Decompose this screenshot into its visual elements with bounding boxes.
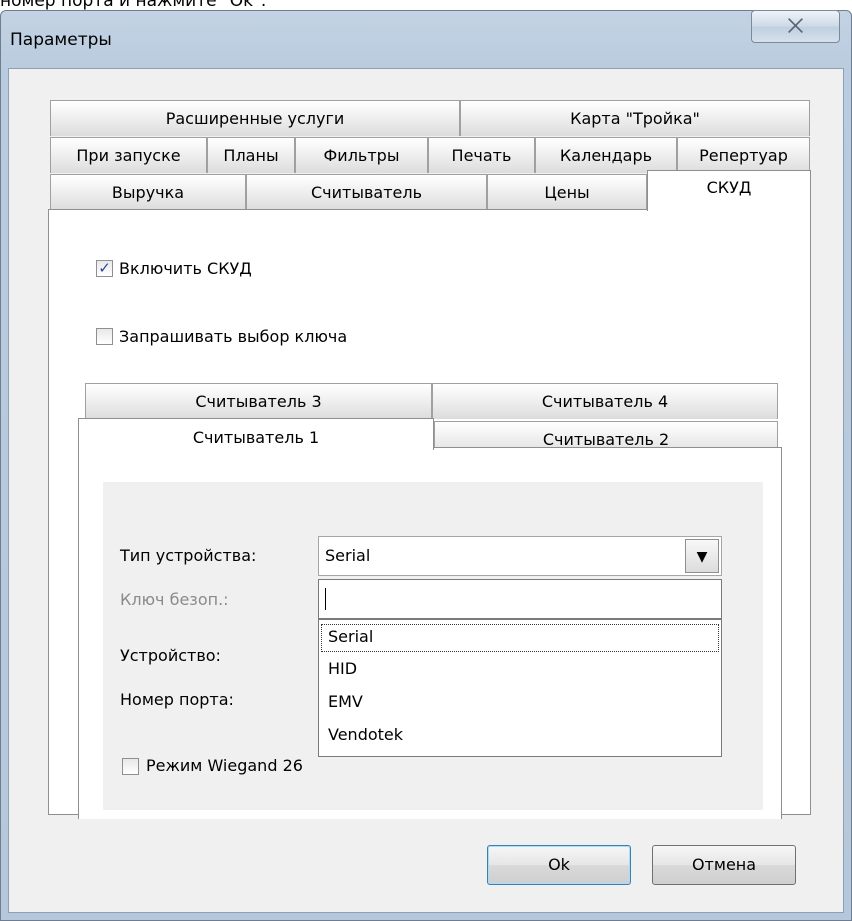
tab-filters[interactable]: Фильтры bbox=[295, 137, 428, 173]
tab-troika-card[interactable]: Карта "Тройка" bbox=[460, 100, 810, 136]
dropdown-option-emv[interactable]: EMV bbox=[319, 687, 721, 719]
tab-reader-3[interactable]: Считыватель 3 bbox=[85, 383, 432, 419]
enable-skud-checkbox[interactable]: ✓ bbox=[96, 260, 113, 277]
tab-startup[interactable]: При запуске bbox=[50, 137, 207, 173]
tab-extended-services[interactable]: Расширенные услуги bbox=[50, 100, 460, 136]
tab-calendar[interactable]: Календарь bbox=[535, 137, 677, 173]
tab-print[interactable]: Печать bbox=[428, 137, 535, 173]
wiegand-label[interactable]: Режим Wiegand 26 bbox=[146, 756, 303, 775]
ask-key-label[interactable]: Запрашивать выбор ключа bbox=[119, 327, 347, 346]
dialog-title: Параметры bbox=[10, 30, 112, 50]
ask-key-checkbox[interactable] bbox=[96, 328, 113, 345]
enable-skud-label[interactable]: Включить СКУД bbox=[119, 259, 252, 278]
port-number-label: Номер порта: bbox=[120, 690, 234, 709]
security-key-label: Ключ безоп.: bbox=[120, 590, 229, 609]
tab-skud[interactable]: СКУД bbox=[647, 170, 811, 211]
device-type-combobox[interactable]: Serial ▼ bbox=[318, 536, 722, 576]
tab-repertoire[interactable]: Репертуар bbox=[677, 137, 810, 173]
tab-prices[interactable]: Цены bbox=[487, 174, 647, 210]
dropdown-option-vendotek[interactable]: Vendotek bbox=[319, 720, 721, 752]
tab-revenue[interactable]: Выручка bbox=[50, 174, 246, 210]
device-label: Устройство: bbox=[120, 646, 221, 665]
tab-reader[interactable]: Считыватель bbox=[246, 174, 487, 210]
close-icon: ⨉ bbox=[787, 14, 804, 38]
tab-reader-4[interactable]: Считыватель 4 bbox=[432, 383, 778, 419]
tab-plans[interactable]: Планы bbox=[207, 137, 295, 173]
wiegand-checkbox[interactable] bbox=[122, 758, 139, 775]
chevron-down-icon: ▼ bbox=[696, 549, 708, 565]
dropdown-edit-field[interactable] bbox=[318, 579, 722, 619]
dropdown-option-hid[interactable]: HID bbox=[319, 654, 721, 686]
text-cursor bbox=[325, 588, 326, 610]
cancel-button[interactable]: Отмена bbox=[652, 845, 796, 885]
device-type-label: Тип устройства: bbox=[120, 546, 257, 565]
close-button[interactable]: ⨉ bbox=[751, 10, 840, 43]
ok-button[interactable]: Ok bbox=[487, 845, 631, 885]
tab-reader-1[interactable]: Считыватель 1 bbox=[78, 418, 434, 450]
dropdown-option-serial[interactable]: Serial bbox=[319, 622, 721, 654]
checkmark-icon: ✓ bbox=[98, 259, 111, 277]
device-type-dropdown-list[interactable]: Serial HID EMV Vendotek bbox=[318, 619, 722, 757]
dropdown-button[interactable]: ▼ bbox=[685, 539, 719, 573]
device-type-value: Serial bbox=[325, 546, 371, 565]
